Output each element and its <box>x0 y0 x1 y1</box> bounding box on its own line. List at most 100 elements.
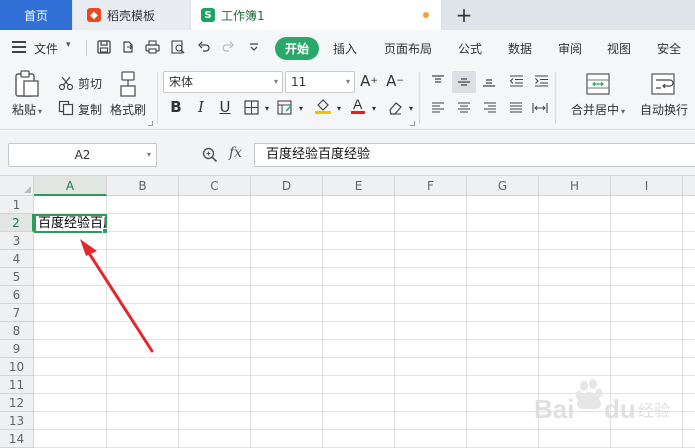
ribbon-tab-review[interactable]: 审阅 <box>558 40 582 57</box>
row-header-12[interactable]: 12 <box>0 394 34 412</box>
font-group-launcher[interactable] <box>410 121 415 126</box>
copy-button[interactable]: 复制 <box>78 101 102 118</box>
copy-icon[interactable] <box>57 99 75 117</box>
gridline <box>34 267 695 268</box>
align-right-icon[interactable] <box>481 99 499 117</box>
row-header-7[interactable]: 7 <box>0 304 34 322</box>
select-all-corner[interactable] <box>0 176 34 196</box>
tab-templates[interactable]: ◆ 稻壳模板 <box>73 0 190 30</box>
row-header-14[interactable]: 14 <box>0 430 34 448</box>
svg-text:du: du <box>604 394 636 424</box>
row-header-8[interactable]: 8 <box>0 322 34 340</box>
font-color-swatch <box>351 110 365 114</box>
font-size-select[interactable]: 11 ▾ <box>285 71 355 93</box>
tab-workbook[interactable]: S 工作簿1 <box>191 0 441 30</box>
format-painter-button[interactable]: 格式刷 <box>110 101 146 118</box>
underline-icon[interactable]: U <box>216 98 234 116</box>
customize-quick-access-icon[interactable] <box>246 39 262 55</box>
format-painter-icon[interactable] <box>117 70 151 98</box>
ribbon-tab-page-layout[interactable]: 页面布局 <box>384 40 432 57</box>
font-name-select[interactable]: 宋体 ▾ <box>163 71 283 93</box>
row-header-3[interactable]: 3 <box>0 232 34 250</box>
zoom-magnifier-icon[interactable] <box>202 147 218 163</box>
align-left-icon[interactable] <box>429 99 447 117</box>
chevron-down-icon[interactable]: ▾ <box>292 99 310 117</box>
print-icon[interactable] <box>144 39 160 55</box>
column-header-partial[interactable] <box>683 176 695 196</box>
fill-handle[interactable] <box>102 228 108 234</box>
column-header-g[interactable]: G <box>467 176 539 196</box>
ribbon-tab-security[interactable]: 安全 <box>657 40 681 57</box>
column-header-a[interactable]: A <box>34 176 107 196</box>
ribbon-tab-view[interactable]: 视图 <box>607 40 631 57</box>
column-header-f[interactable]: F <box>395 176 467 196</box>
insert-function-button[interactable]: fx <box>229 145 242 161</box>
row-header-6[interactable]: 6 <box>0 286 34 304</box>
svg-text:A: A <box>353 96 363 112</box>
column-header-e[interactable]: E <box>323 176 395 196</box>
tab-home[interactable]: 首页 <box>0 0 72 30</box>
undo-icon[interactable] <box>196 39 212 55</box>
align-middle-icon[interactable] <box>452 71 476 93</box>
chevron-down-icon[interactable]: ▾ <box>330 99 348 117</box>
increase-indent-icon[interactable] <box>532 72 550 90</box>
file-menu-button[interactable]: 文件 <box>34 40 58 57</box>
ribbon-tab-data[interactable]: 数据 <box>508 40 532 57</box>
bold-icon[interactable]: B <box>167 98 185 116</box>
save-icon[interactable] <box>96 39 112 55</box>
formula-bar: A2 ▾ fx 百度经验百度经验 <box>0 131 695 176</box>
select-all-triangle-icon <box>24 186 31 193</box>
print-preview-icon[interactable] <box>170 39 186 55</box>
row-header-11[interactable]: 11 <box>0 376 34 394</box>
decrease-font-size-icon[interactable]: A − <box>386 72 404 90</box>
chevron-down-icon: ▾ <box>146 150 151 159</box>
italic-icon[interactable]: I <box>192 98 210 116</box>
row-header-2[interactable]: 2 <box>0 214 34 232</box>
distributed-align-icon[interactable] <box>531 99 549 117</box>
gridline <box>34 375 695 376</box>
align-top-icon[interactable] <box>429 72 447 90</box>
merge-center-button[interactable]: 合并居中 ▾ <box>571 101 625 118</box>
paste-icon[interactable] <box>14 70 48 98</box>
paste-button[interactable]: 粘贴 ▾ <box>12 101 42 118</box>
chevron-down-icon[interactable]: ▾ <box>402 99 420 117</box>
column-header-c[interactable]: C <box>179 176 251 196</box>
wrap-text-icon[interactable] <box>650 72 684 100</box>
column-header-i[interactable]: I <box>611 176 683 196</box>
chevron-down-icon[interactable]: ▾ <box>66 40 71 50</box>
align-bottom-icon[interactable] <box>480 72 498 90</box>
gridline <box>682 196 683 448</box>
redo-icon[interactable] <box>220 39 236 55</box>
row-header-9[interactable]: 9 <box>0 340 34 358</box>
cut-icon[interactable] <box>57 74 75 92</box>
clipboard-group-launcher[interactable] <box>148 121 153 126</box>
align-center-icon[interactable] <box>455 99 473 117</box>
column-header-d[interactable]: D <box>251 176 323 196</box>
row-header-5[interactable]: 5 <box>0 268 34 286</box>
cell-a2[interactable]: 百度经验百度经验 <box>34 214 107 233</box>
cut-button[interactable]: 剪切 <box>78 75 102 92</box>
merge-center-icon[interactable] <box>585 72 619 100</box>
gridline <box>250 196 251 448</box>
row-header-1[interactable]: 1 <box>0 196 34 214</box>
chevron-down-icon[interactable]: ▾ <box>258 99 276 117</box>
row-header-10[interactable]: 10 <box>0 358 34 376</box>
increase-font-size-icon[interactable]: A + <box>360 72 378 90</box>
ribbon-tab-home[interactable]: 开始 <box>275 37 320 60</box>
chevron-down-icon[interactable]: ▾ <box>365 99 383 117</box>
row-header-13[interactable]: 13 <box>0 412 34 430</box>
chevron-down-icon: ▾ <box>621 107 626 116</box>
row-header-4[interactable]: 4 <box>0 250 34 268</box>
justify-icon[interactable] <box>507 99 525 117</box>
ribbon-tab-insert[interactable]: 插入 <box>333 40 357 57</box>
hamburger-menu-icon[interactable] <box>12 41 26 53</box>
formula-input[interactable]: 百度经验百度经验 <box>254 143 695 167</box>
export-icon[interactable] <box>120 39 136 55</box>
column-header-b[interactable]: B <box>107 176 179 196</box>
column-header-h[interactable]: H <box>539 176 611 196</box>
name-box[interactable]: A2 ▾ <box>8 143 157 167</box>
ribbon-tab-formulas[interactable]: 公式 <box>458 40 482 57</box>
wrap-text-button[interactable]: 自动换行 <box>640 101 688 118</box>
decrease-indent-icon[interactable] <box>507 72 525 90</box>
new-tab-button[interactable]: + <box>452 2 476 28</box>
